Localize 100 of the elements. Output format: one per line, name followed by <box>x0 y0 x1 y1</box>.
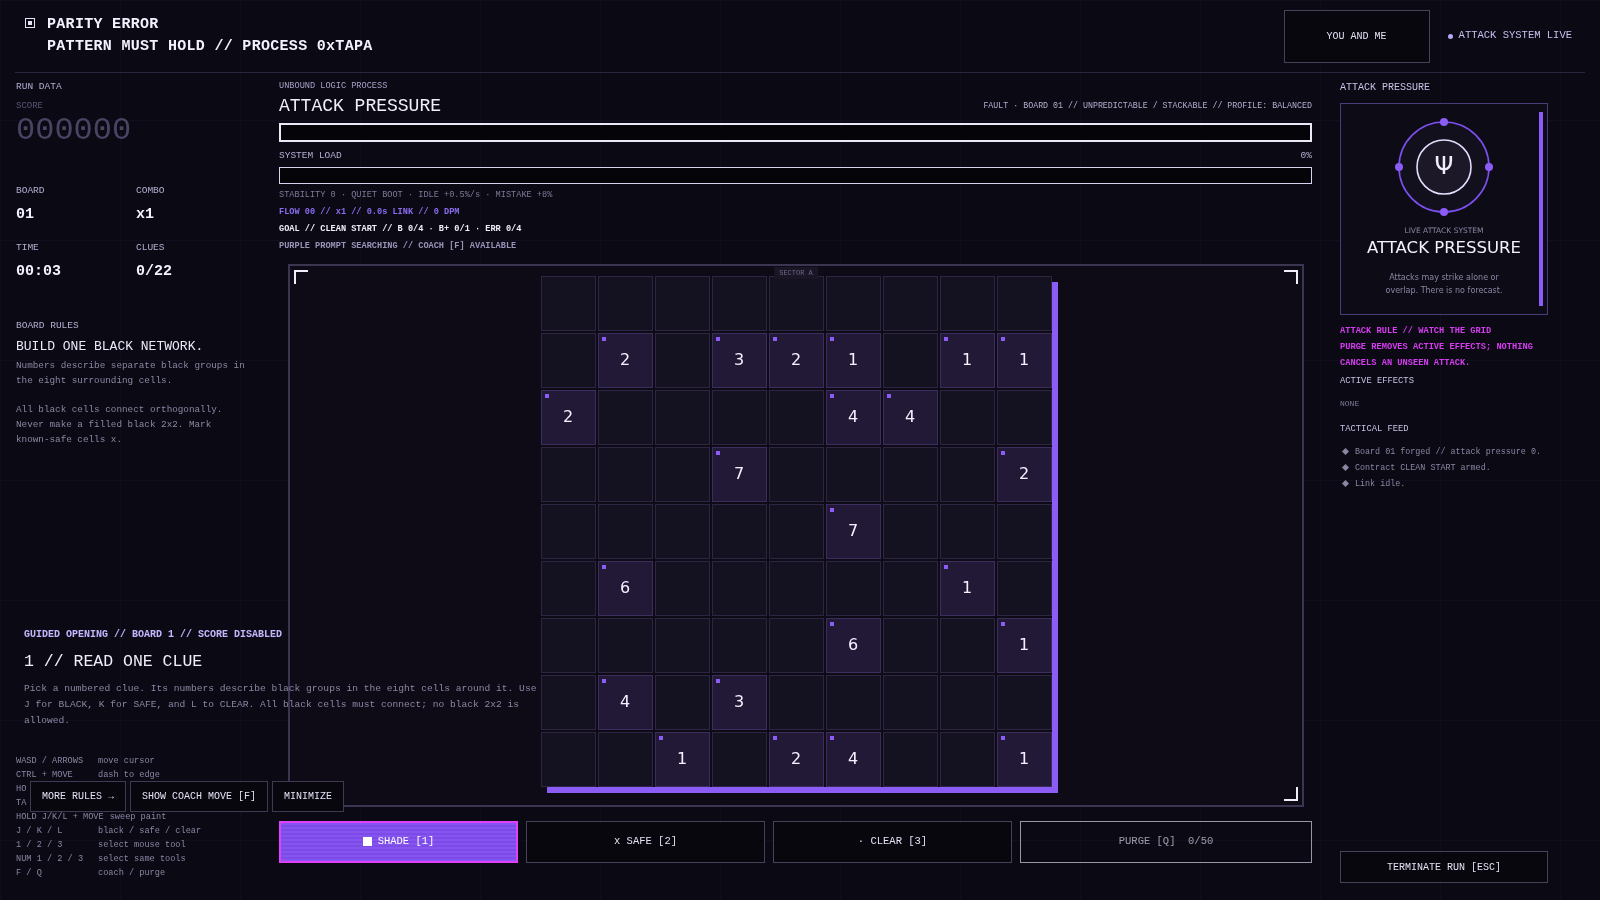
grid-cell[interactable] <box>882 731 938 787</box>
grid-cell[interactable] <box>597 389 653 445</box>
shortcut-key: HOLD J/K/L + MOVE <box>16 810 104 824</box>
tool-button[interactable]: · CLEAR [3] <box>773 820 1012 863</box>
clue-cell[interactable]: 6 <box>825 617 881 673</box>
partner-button[interactable]: YOU AND ME <box>1283 9 1430 63</box>
clue-cell[interactable]: 2 <box>996 446 1052 502</box>
clue-cell[interactable]: 1 <box>939 560 995 616</box>
grid-cell[interactable] <box>540 560 596 616</box>
shortcut-action: sweep paint <box>109 812 167 822</box>
clue-cell[interactable]: 1 <box>825 332 881 388</box>
grid-cell[interactable] <box>540 275 596 331</box>
grid-cell[interactable] <box>540 617 596 673</box>
grid-cell[interactable] <box>996 389 1052 445</box>
shortcut-action: select mouse tool <box>98 840 186 850</box>
grid-cell[interactable] <box>597 617 653 673</box>
grid-cell[interactable] <box>711 275 767 331</box>
grid-cell[interactable] <box>654 674 710 730</box>
score-label: SCORE <box>16 100 44 114</box>
clue-cell[interactable]: 1 <box>654 731 710 787</box>
clue-cell[interactable]: 1 <box>939 332 995 388</box>
grid-cell[interactable] <box>768 560 824 616</box>
grid-cell[interactable] <box>996 560 1052 616</box>
grid-cell[interactable] <box>540 332 596 388</box>
grid-cell[interactable] <box>939 275 995 331</box>
grid-cell[interactable] <box>825 446 881 502</box>
load-reading: 0% <box>1300 149 1312 164</box>
clue-cell[interactable]: 1 <box>996 617 1052 673</box>
grid-cell[interactable] <box>996 503 1052 559</box>
clue-cell[interactable]: 4 <box>825 731 881 787</box>
shortcut-action: dash to edge <box>98 770 160 780</box>
grid-cell[interactable] <box>540 731 596 787</box>
guide-button[interactable]: MORE RULES → <box>30 781 126 812</box>
grid-cell[interactable] <box>882 275 938 331</box>
clue-cell[interactable]: 2 <box>768 332 824 388</box>
corner-bracket-icon <box>1284 786 1298 801</box>
grid-cell[interactable] <box>654 275 710 331</box>
grid-cell[interactable] <box>825 674 881 730</box>
grid-cell[interactable] <box>882 503 938 559</box>
grid-cell[interactable] <box>882 332 938 388</box>
grid-cell[interactable] <box>597 731 653 787</box>
clue-cell[interactable]: 6 <box>597 560 653 616</box>
status-dot-icon <box>1447 33 1453 39</box>
grid-cell[interactable] <box>939 446 995 502</box>
grid-cell[interactable] <box>768 503 824 559</box>
grid-cell[interactable] <box>825 275 881 331</box>
grid-cell[interactable] <box>882 560 938 616</box>
clue-cell[interactable]: 4 <box>882 389 938 445</box>
grid-cell[interactable] <box>882 446 938 502</box>
tool-button[interactable]: SHADE [1] <box>279 820 518 863</box>
clue-cell[interactable]: 3 <box>711 332 767 388</box>
grid-cell[interactable] <box>939 503 995 559</box>
clue-cell[interactable]: 3 <box>711 674 767 730</box>
grid-cell[interactable] <box>597 275 653 331</box>
clue-cell[interactable]: 4 <box>825 389 881 445</box>
grid-cell[interactable] <box>768 389 824 445</box>
tool-button[interactable]: x SAFE [2] <box>526 820 765 863</box>
header-title: PARITY ERROR <box>47 15 160 35</box>
grid-cell[interactable] <box>711 389 767 445</box>
grid-cell[interactable] <box>768 674 824 730</box>
grid-cell[interactable] <box>882 617 938 673</box>
grid-cell[interactable] <box>597 503 653 559</box>
grid-cell[interactable] <box>939 731 995 787</box>
clue-cell[interactable]: 1 <box>996 332 1052 388</box>
clue-cell[interactable]: 7 <box>825 503 881 559</box>
clue-cell[interactable]: 2 <box>768 731 824 787</box>
grid-cell[interactable] <box>996 275 1052 331</box>
terminate-button[interactable]: TERMINATE RUN [ESC] <box>1340 851 1548 883</box>
grid-cell[interactable] <box>768 617 824 673</box>
grid-cell[interactable] <box>768 446 824 502</box>
grid-cell[interactable] <box>825 560 881 616</box>
grid-cell[interactable] <box>939 617 995 673</box>
grid-cell[interactable] <box>654 446 710 502</box>
clue-cell[interactable]: 4 <box>597 674 653 730</box>
grid-cell[interactable] <box>540 446 596 502</box>
grid-cell[interactable] <box>654 389 710 445</box>
grid-cell[interactable] <box>711 731 767 787</box>
grid-cell[interactable] <box>711 503 767 559</box>
clue-cell[interactable]: 1 <box>996 731 1052 787</box>
status-line: FLOW 00 // x1 // 0.0s LINK // 0 DPM <box>279 205 461 219</box>
grid-cell[interactable] <box>939 674 995 730</box>
grid-cell[interactable] <box>654 332 710 388</box>
grid-cell[interactable] <box>939 389 995 445</box>
grid-cell[interactable] <box>654 560 710 616</box>
grid-cell[interactable] <box>996 674 1052 730</box>
grid-cell[interactable] <box>654 503 710 559</box>
grid-cell[interactable] <box>597 446 653 502</box>
guide-button[interactable]: MINIMIZE <box>272 781 345 812</box>
grid-cell[interactable] <box>768 275 824 331</box>
shortcut-action: move cursor <box>98 756 155 766</box>
clue-cell[interactable]: 7 <box>711 446 767 502</box>
grid-cell[interactable] <box>654 617 710 673</box>
clue-cell[interactable]: 2 <box>540 389 596 445</box>
grid-cell[interactable] <box>711 560 767 616</box>
grid-cell[interactable] <box>540 674 596 730</box>
grid-cell[interactable] <box>711 617 767 673</box>
clue-cell[interactable]: 2 <box>597 332 653 388</box>
grid-cell[interactable] <box>540 503 596 559</box>
grid-cell[interactable] <box>882 674 938 730</box>
guide-button[interactable]: SHOW COACH MOVE [F] <box>130 781 269 812</box>
